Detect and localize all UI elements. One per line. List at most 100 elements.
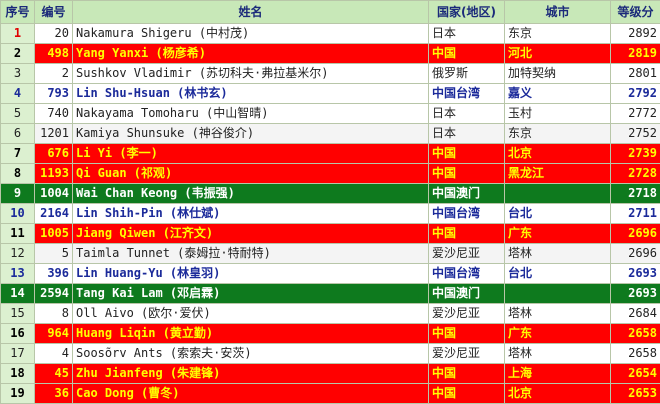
table-header-row: 序号 编号 姓名 国家(地区) 城市 等级分 xyxy=(1,1,660,24)
cell-idx: 2 xyxy=(1,44,35,64)
cell-player-number: 8 xyxy=(35,304,73,324)
cell-player-name: Yang Yanxi (杨彦希) xyxy=(73,44,429,64)
cell-player-number: 2 xyxy=(35,64,73,84)
cell-player-name: Kamiya Shunsuke (神谷俊介) xyxy=(73,124,429,144)
cell-player-number: 20 xyxy=(35,24,73,44)
cell-country: 中国 xyxy=(429,224,505,244)
col-header-name[interactable]: 姓名 xyxy=(73,1,429,24)
col-header-city[interactable]: 城市 xyxy=(505,1,611,24)
cell-city: 广东 xyxy=(505,324,611,344)
cell-rating: 2752 xyxy=(611,124,660,144)
cell-city: 塔林 xyxy=(505,344,611,364)
cell-country: 中国 xyxy=(429,384,505,404)
table-row[interactable]: 13396Lin Huang-Yu (林皇羽)中国台湾台北2693 xyxy=(1,264,660,284)
cell-player-name: Zhu Jianfeng (朱建锋) xyxy=(73,364,429,384)
cell-idx: 10 xyxy=(1,204,35,224)
table-row[interactable]: 120Nakamura Shigeru (中村茂)日本东京2892 xyxy=(1,24,660,44)
table-row[interactable]: 32Sushkov Vladimir (苏切科夫·弗拉基米尔)俄罗斯加特契纳28… xyxy=(1,64,660,84)
cell-city: 河北 xyxy=(505,44,611,64)
cell-rating: 2693 xyxy=(611,284,660,304)
cell-player-number: 36 xyxy=(35,384,73,404)
cell-rating: 2696 xyxy=(611,224,660,244)
cell-country: 中国 xyxy=(429,364,505,384)
cell-rating: 2684 xyxy=(611,304,660,324)
cell-country: 爱沙尼亚 xyxy=(429,244,505,264)
cell-player-name: Cao Dong (曹冬) xyxy=(73,384,429,404)
cell-idx: 8 xyxy=(1,164,35,184)
cell-player-name: Lin Huang-Yu (林皇羽) xyxy=(73,264,429,284)
cell-player-number: 740 xyxy=(35,104,73,124)
cell-city: 塔林 xyxy=(505,244,611,264)
col-header-idx[interactable]: 序号 xyxy=(1,1,35,24)
table-row[interactable]: 81193Qi Guan (祁观)中国黑龙江2728 xyxy=(1,164,660,184)
cell-rating: 2739 xyxy=(611,144,660,164)
cell-country: 中国台湾 xyxy=(429,264,505,284)
cell-city: 加特契纳 xyxy=(505,64,611,84)
table-row[interactable]: 174Soosõrv Ants (索索夫·安茨)爱沙尼亚塔林2658 xyxy=(1,344,660,364)
cell-player-number: 5 xyxy=(35,244,73,264)
cell-city: 上海 xyxy=(505,364,611,384)
cell-city: 嘉义 xyxy=(505,84,611,104)
cell-country: 中国澳门 xyxy=(429,184,505,204)
col-header-country[interactable]: 国家(地区) xyxy=(429,1,505,24)
cell-idx: 15 xyxy=(1,304,35,324)
cell-player-number: 396 xyxy=(35,264,73,284)
cell-player-name: Taimla Tunnet (泰姆拉·特耐特) xyxy=(73,244,429,264)
col-header-elo[interactable]: 等级分 xyxy=(611,1,660,24)
table-row[interactable]: 4793Lin Shu-Hsuan (林书玄)中国台湾嘉义2792 xyxy=(1,84,660,104)
table-row[interactable]: 158Oll Aivo (欧尔·爱伏)爱沙尼亚塔林2684 xyxy=(1,304,660,324)
cell-idx: 5 xyxy=(1,104,35,124)
cell-player-number: 498 xyxy=(35,44,73,64)
cell-player-number: 1193 xyxy=(35,164,73,184)
col-header-num[interactable]: 编号 xyxy=(35,1,73,24)
cell-country: 爱沙尼亚 xyxy=(429,304,505,324)
cell-city: 东京 xyxy=(505,24,611,44)
table-row[interactable]: 1936Cao Dong (曹冬)中国北京2653 xyxy=(1,384,660,404)
cell-idx: 19 xyxy=(1,384,35,404)
cell-country: 日本 xyxy=(429,124,505,144)
table-row[interactable]: 7676Li Yi (李一)中国北京2739 xyxy=(1,144,660,164)
cell-player-name: Sushkov Vladimir (苏切科夫·弗拉基米尔) xyxy=(73,64,429,84)
table-row[interactable]: 91004Wai Chan Keong (韦振强)中国澳门2718 xyxy=(1,184,660,204)
cell-player-number: 1201 xyxy=(35,124,73,144)
table-row[interactable]: 102164Lin Shih-Pin (林仕斌)中国台湾台北2711 xyxy=(1,204,660,224)
cell-country: 俄罗斯 xyxy=(429,64,505,84)
table-row[interactable]: 1845Zhu Jianfeng (朱建锋)中国上海2654 xyxy=(1,364,660,384)
cell-player-number: 964 xyxy=(35,324,73,344)
cell-idx: 7 xyxy=(1,144,35,164)
cell-idx: 12 xyxy=(1,244,35,264)
cell-player-name: Soosõrv Ants (索索夫·安茨) xyxy=(73,344,429,364)
cell-city xyxy=(505,284,611,304)
cell-idx: 6 xyxy=(1,124,35,144)
cell-idx: 16 xyxy=(1,324,35,344)
cell-city: 广东 xyxy=(505,224,611,244)
cell-rating: 2653 xyxy=(611,384,660,404)
cell-player-number: 1004 xyxy=(35,184,73,204)
cell-city: 台北 xyxy=(505,204,611,224)
table-row[interactable]: 5740Nakayama Tomoharu (中山智晴)日本玉村2772 xyxy=(1,104,660,124)
cell-idx: 18 xyxy=(1,364,35,384)
cell-country: 中国澳门 xyxy=(429,284,505,304)
table-row[interactable]: 111005Jiang Qiwen (江齐文)中国广东2696 xyxy=(1,224,660,244)
cell-rating: 2658 xyxy=(611,324,660,344)
cell-player-number: 2164 xyxy=(35,204,73,224)
cell-idx: 11 xyxy=(1,224,35,244)
cell-player-name: Qi Guan (祁观) xyxy=(73,164,429,184)
cell-player-number: 4 xyxy=(35,344,73,364)
cell-player-number: 2594 xyxy=(35,284,73,304)
cell-idx: 4 xyxy=(1,84,35,104)
ranking-table: 序号 编号 姓名 国家(地区) 城市 等级分 120Nakamura Shige… xyxy=(0,0,660,404)
cell-idx: 13 xyxy=(1,264,35,284)
table-row[interactable]: 2498Yang Yanxi (杨彦希)中国河北2819 xyxy=(1,44,660,64)
table-row[interactable]: 125Taimla Tunnet (泰姆拉·特耐特)爱沙尼亚塔林2696 xyxy=(1,244,660,264)
cell-player-name: Lin Shih-Pin (林仕斌) xyxy=(73,204,429,224)
table-row[interactable]: 61201Kamiya Shunsuke (神谷俊介)日本东京2752 xyxy=(1,124,660,144)
table-row[interactable]: 142594Tang Kai Lam (邓启霖)中国澳门2693 xyxy=(1,284,660,304)
cell-player-name: Oll Aivo (欧尔·爱伏) xyxy=(73,304,429,324)
cell-country: 中国台湾 xyxy=(429,204,505,224)
table-row[interactable]: 16964Huang Liqin (黄立勤)中国广东2658 xyxy=(1,324,660,344)
cell-rating: 2693 xyxy=(611,264,660,284)
cell-country: 中国 xyxy=(429,164,505,184)
cell-idx: 14 xyxy=(1,284,35,304)
cell-city: 北京 xyxy=(505,144,611,164)
